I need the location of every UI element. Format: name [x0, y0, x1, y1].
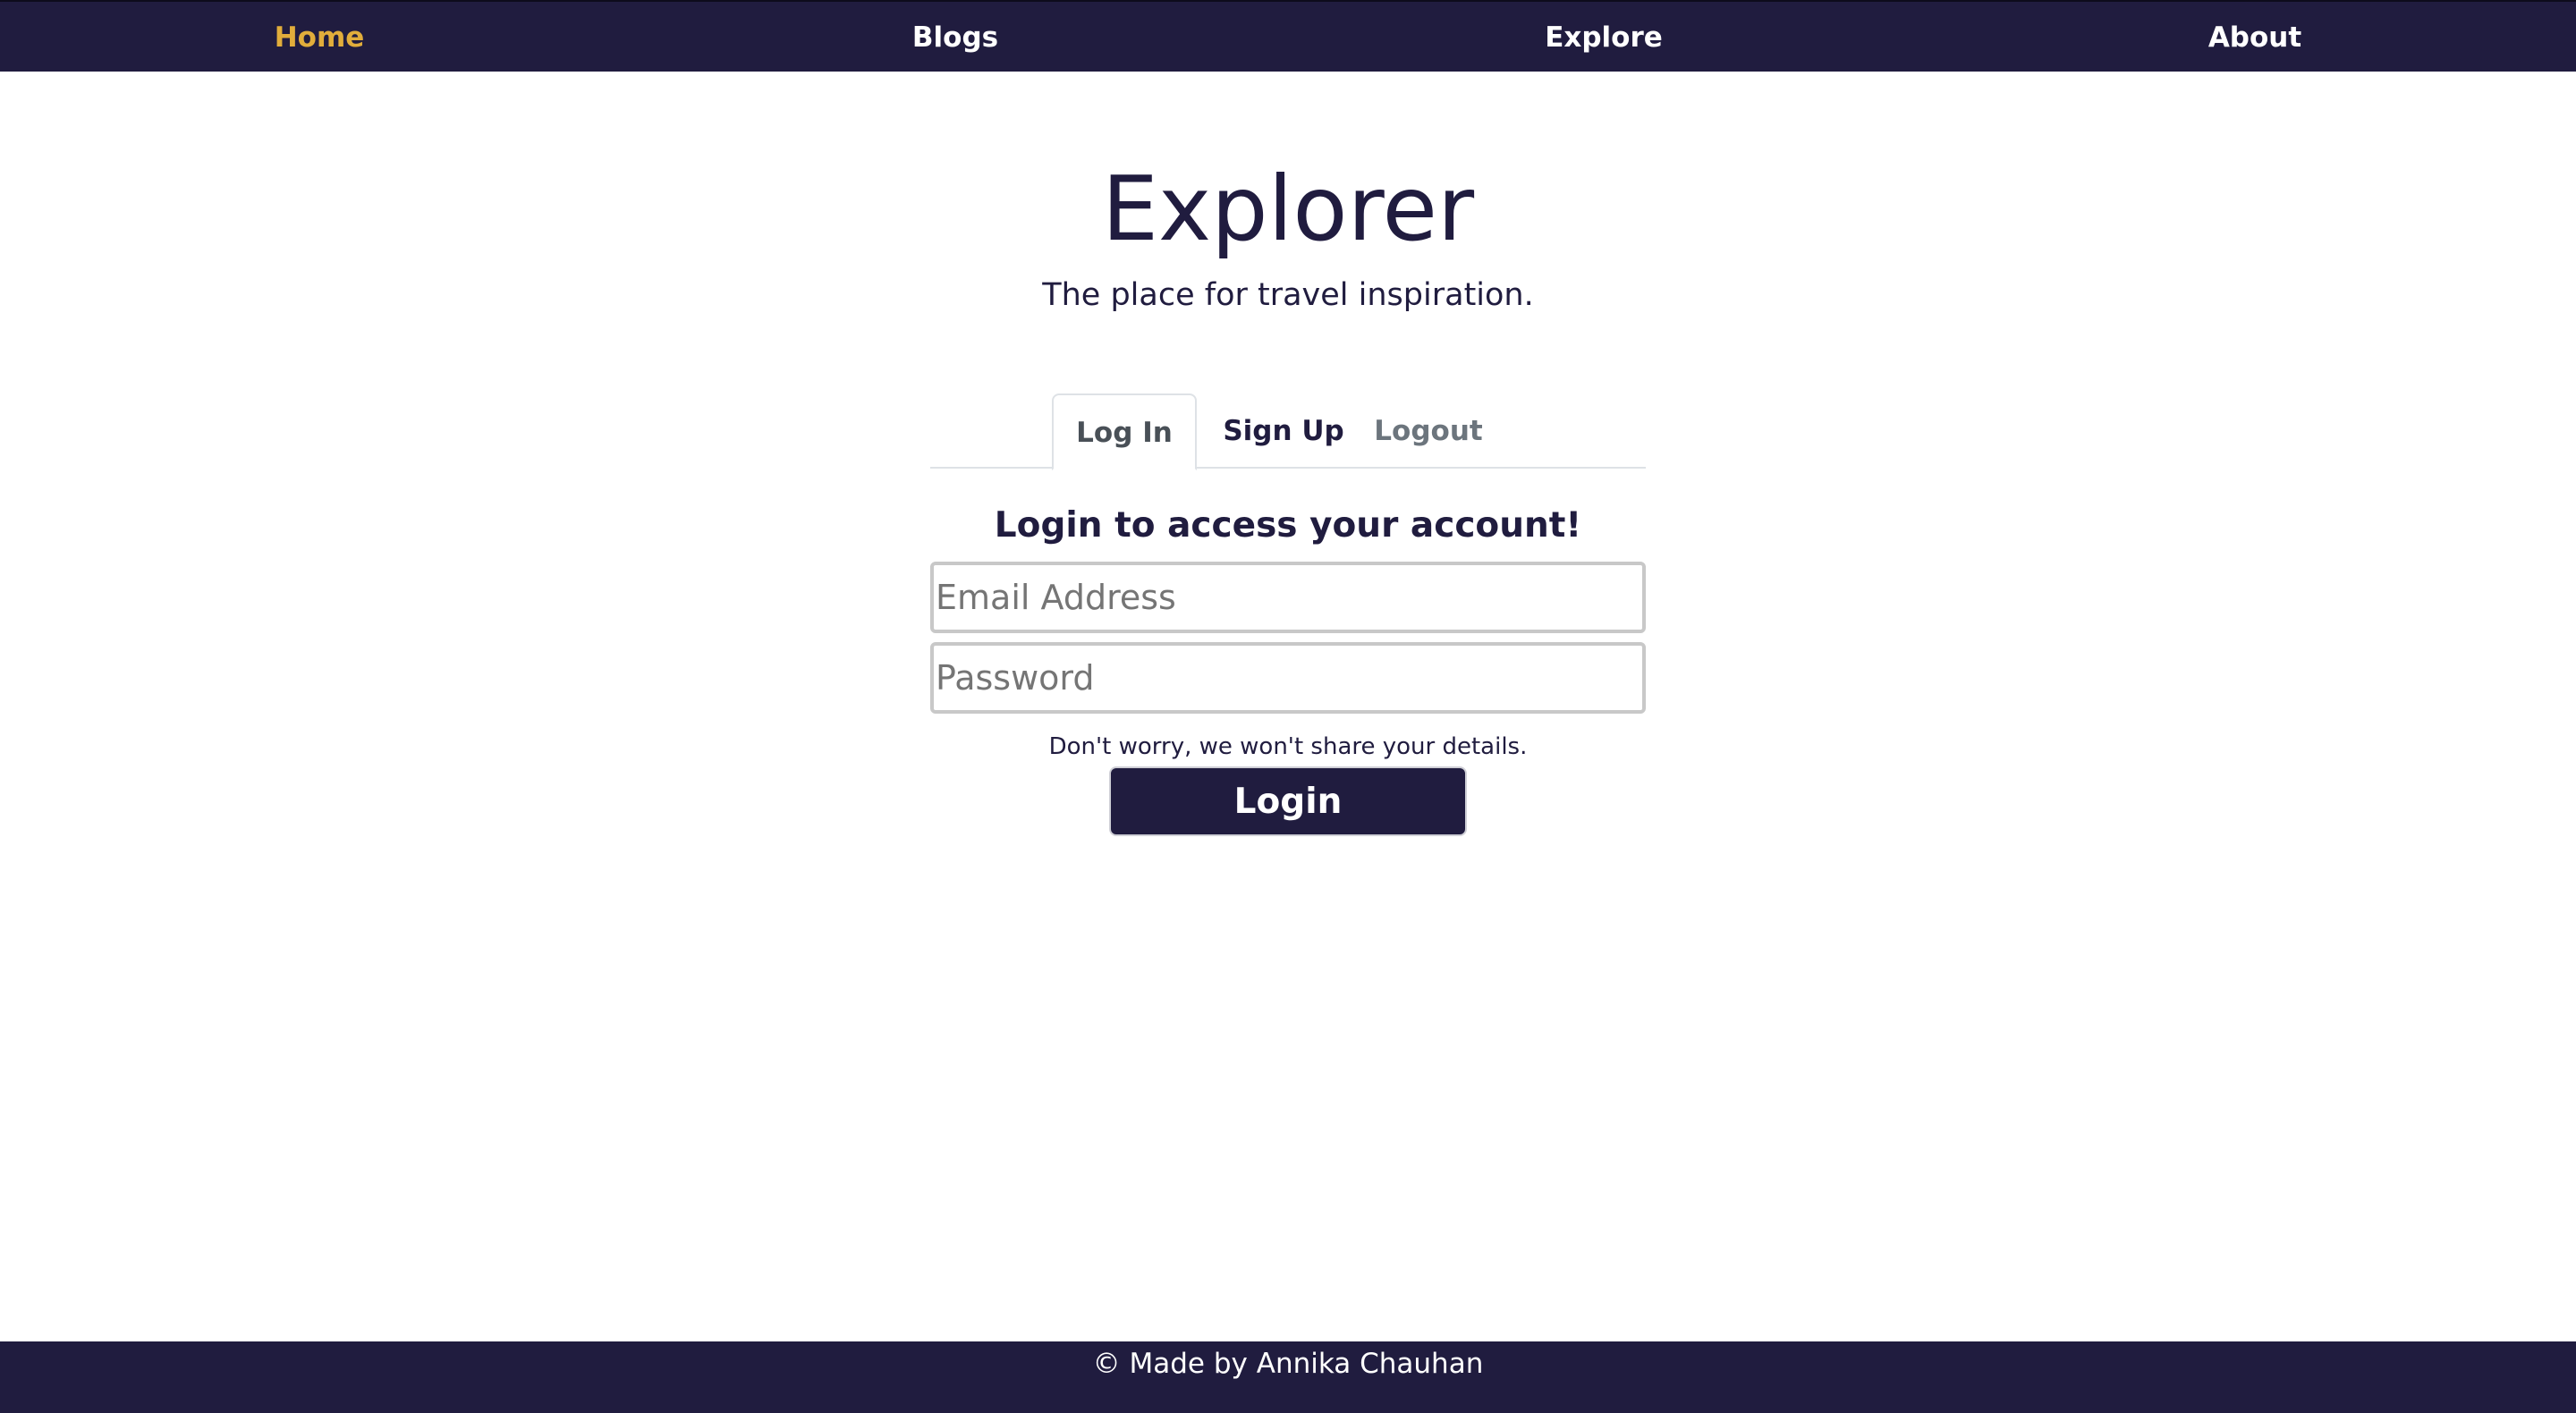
tab-log-in[interactable]: Log In: [1052, 393, 1197, 470]
nav-link-about[interactable]: About: [2208, 2, 2301, 73]
privacy-note: Don't worry, we won't share your details…: [1048, 733, 1528, 760]
login-button[interactable]: Login: [1109, 766, 1467, 836]
nav-link-home[interactable]: Home: [275, 2, 365, 73]
tab-sign-up[interactable]: Sign Up: [1216, 393, 1351, 469]
nav-link-explore[interactable]: Explore: [1545, 2, 1663, 73]
tab-logout[interactable]: Logout: [1370, 393, 1487, 469]
login-form-heading: Login to access your account!: [994, 505, 1582, 546]
page: Home Blogs Explore About Explorer The pl…: [0, 0, 2576, 1413]
top-navbar: Home Blogs Explore About: [0, 0, 2576, 72]
page-footer: © Made by Annika Chauhan: [0, 1341, 2576, 1413]
email-field[interactable]: [930, 562, 1646, 633]
auth-tabs: Log In Sign Up Logout: [930, 393, 1646, 470]
nav-link-blogs[interactable]: Blogs: [912, 2, 998, 73]
page-subtitle: The place for travel inspiration.: [1042, 277, 1534, 313]
password-field[interactable]: [930, 642, 1646, 714]
page-title: Explorer: [1101, 157, 1475, 261]
footer-credit: © Made by Annika Chauhan: [1092, 1348, 1484, 1380]
